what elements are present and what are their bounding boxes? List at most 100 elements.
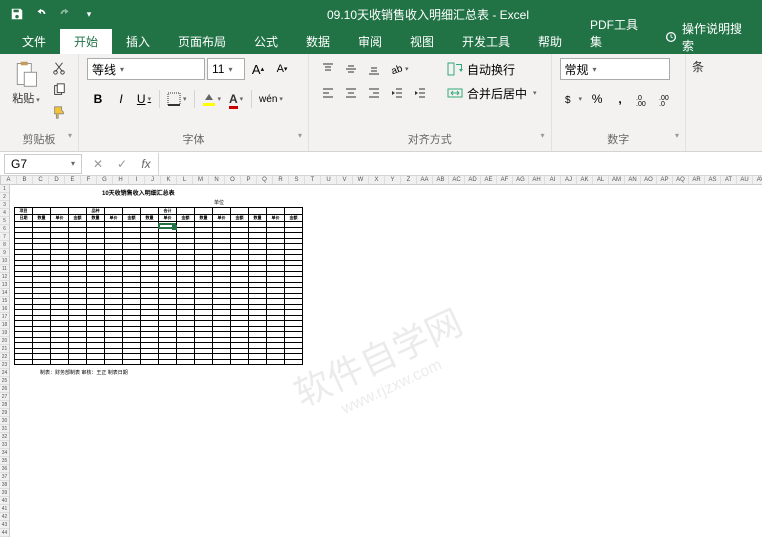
row-header[interactable]: 27 — [0, 393, 9, 401]
column-header[interactable]: AI — [545, 176, 561, 184]
column-header[interactable]: AO — [641, 176, 657, 184]
row-header[interactable]: 19 — [0, 329, 9, 337]
row-header[interactable]: 2 — [0, 193, 9, 201]
underline-button[interactable]: U — [133, 88, 155, 110]
increase-indent-button[interactable] — [409, 82, 431, 104]
row-header[interactable]: 38 — [0, 481, 9, 489]
row-header[interactable]: 6 — [0, 225, 9, 233]
row-header[interactable]: 33 — [0, 441, 9, 449]
column-header[interactable]: AU — [737, 176, 753, 184]
column-header[interactable]: X — [369, 176, 385, 184]
column-header[interactable]: L — [177, 176, 193, 184]
row-header[interactable]: 21 — [0, 345, 9, 353]
column-header[interactable]: T — [305, 176, 321, 184]
table-cell[interactable] — [159, 359, 177, 365]
table-cell[interactable] — [267, 359, 285, 365]
column-header[interactable]: W — [353, 176, 369, 184]
orientation-button[interactable]: ab — [386, 58, 412, 80]
column-header[interactable]: AB — [433, 176, 449, 184]
row-header[interactable]: 3 — [0, 201, 9, 209]
table-cell[interactable] — [69, 359, 87, 365]
column-header[interactable]: AP — [657, 176, 673, 184]
percent-button[interactable]: % — [586, 88, 608, 110]
table-cell[interactable] — [195, 359, 213, 365]
column-header[interactable]: AG — [513, 176, 529, 184]
wrap-text-button[interactable]: 自动换行 — [441, 58, 543, 80]
tab-formulas[interactable]: 公式 — [240, 29, 292, 54]
qat-customize[interactable]: ▾ — [78, 3, 100, 25]
column-header[interactable]: H — [113, 176, 129, 184]
tab-review[interactable]: 审阅 — [344, 29, 396, 54]
row-header[interactable]: 17 — [0, 313, 9, 321]
table-cell[interactable] — [123, 359, 141, 365]
row-header[interactable]: 43 — [0, 521, 9, 529]
row-header[interactable]: 18 — [0, 321, 9, 329]
row-header[interactable]: 22 — [0, 353, 9, 361]
name-box[interactable]: G7 ▾ — [4, 154, 82, 174]
table-cell[interactable] — [141, 359, 159, 365]
tab-help[interactable]: 帮助 — [524, 29, 576, 54]
table-cell[interactable] — [33, 359, 51, 365]
tab-file[interactable]: 文件 — [8, 29, 60, 54]
column-header[interactable]: AT — [721, 176, 737, 184]
increase-decimal-button[interactable]: .0.00 — [632, 88, 654, 110]
column-header[interactable]: AF — [497, 176, 513, 184]
table-cell[interactable] — [105, 359, 123, 365]
column-header[interactable]: AM — [609, 176, 625, 184]
paste-button[interactable]: 粘贴 — [8, 58, 44, 108]
column-header[interactable]: AR — [689, 176, 705, 184]
row-header[interactable]: 23 — [0, 361, 9, 369]
column-header[interactable]: AN — [625, 176, 641, 184]
row-header[interactable]: 28 — [0, 401, 9, 409]
cut-button[interactable] — [48, 58, 70, 78]
worksheet-area[interactable]: ABCDEFGHIJKLMNOPQRSTUVWXYZAAABACADAEAFAG… — [0, 176, 762, 551]
phonetic-button[interactable]: wén — [256, 88, 286, 110]
align-bottom-button[interactable] — [363, 58, 385, 80]
column-header[interactable]: P — [241, 176, 257, 184]
row-header[interactable]: 29 — [0, 409, 9, 417]
row-header[interactable]: 36 — [0, 465, 9, 473]
column-header[interactable]: K — [161, 176, 177, 184]
merge-center-button[interactable]: 合并后居中 — [441, 82, 543, 104]
column-header[interactable]: AA — [417, 176, 433, 184]
column-header[interactable]: AK — [577, 176, 593, 184]
font-size-combo[interactable]: 11▾ — [207, 58, 245, 80]
table-cell[interactable] — [285, 359, 303, 365]
format-painter-button[interactable] — [48, 102, 70, 122]
row-header[interactable]: 16 — [0, 305, 9, 313]
column-header[interactable]: AQ — [673, 176, 689, 184]
italic-button[interactable]: I — [110, 88, 132, 110]
sheet-grid[interactable]: 10天收销售收入明细汇总表 单位 项目品种合计日期数量单价金额数量单价金额数量单… — [10, 185, 762, 551]
row-header[interactable]: 12 — [0, 273, 9, 281]
column-header[interactable]: R — [273, 176, 289, 184]
tab-home[interactable]: 开始 — [60, 29, 112, 54]
row-header[interactable]: 41 — [0, 505, 9, 513]
enter-formula-button[interactable]: ✓ — [110, 153, 134, 175]
column-header[interactable]: M — [193, 176, 209, 184]
row-header[interactable]: 20 — [0, 337, 9, 345]
column-header[interactable]: AE — [481, 176, 497, 184]
bold-button[interactable]: B — [87, 88, 109, 110]
column-header[interactable]: C — [33, 176, 49, 184]
column-header[interactable]: Y — [385, 176, 401, 184]
font-name-combo[interactable]: 等线▾ — [87, 58, 205, 80]
row-header[interactable]: 31 — [0, 425, 9, 433]
font-color-button[interactable]: A — [225, 88, 247, 110]
tab-view[interactable]: 视图 — [396, 29, 448, 54]
row-header[interactable]: 37 — [0, 473, 9, 481]
table-cell[interactable] — [249, 359, 267, 365]
column-header[interactable]: V — [337, 176, 353, 184]
column-header[interactable]: AC — [449, 176, 465, 184]
row-header[interactable]: 15 — [0, 297, 9, 305]
fill-color-button[interactable] — [199, 88, 225, 110]
table-cell[interactable] — [177, 359, 195, 365]
cancel-formula-button[interactable]: ✕ — [86, 153, 110, 175]
tell-me-search[interactable]: 操作说明搜索 — [664, 20, 762, 54]
formula-input[interactable] — [159, 153, 762, 175]
copy-button[interactable] — [48, 80, 70, 100]
tab-data[interactable]: 数据 — [292, 29, 344, 54]
undo-button[interactable] — [30, 3, 52, 25]
align-middle-button[interactable] — [340, 58, 362, 80]
row-header[interactable]: 32 — [0, 433, 9, 441]
column-header[interactable]: Z — [401, 176, 417, 184]
